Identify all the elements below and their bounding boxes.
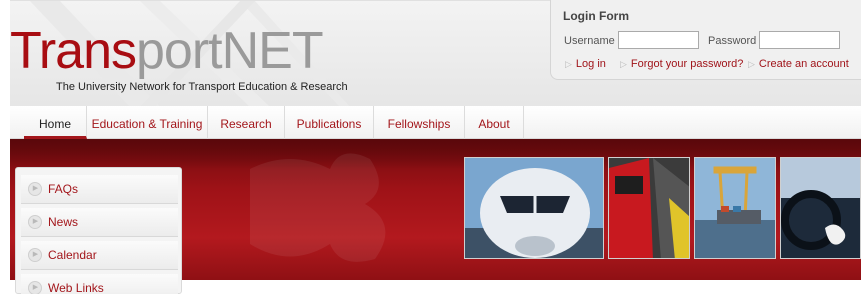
- login-link[interactable]: ▷ Log in: [565, 58, 606, 70]
- nav-item-education-training[interactable]: Education & Training: [87, 106, 208, 139]
- nav-item-about[interactable]: About: [465, 106, 524, 139]
- password-input[interactable]: [759, 31, 840, 49]
- nav-item-publications[interactable]: Publications: [285, 106, 374, 139]
- airplane-photo: [464, 157, 604, 259]
- login-form: Login Form Username Password ▷ Log in ▷ Fo…: [550, 0, 861, 80]
- arrow-icon: ▶: [28, 182, 42, 196]
- forgot-password-label: Forgot your password?: [630, 58, 744, 70]
- login-link-label: Log in: [575, 58, 606, 70]
- arrow-icon: ▷: [620, 59, 627, 69]
- sidebar-item-faqs[interactable]: ▶ FAQs: [21, 175, 178, 204]
- sidebar-item-label: News: [48, 215, 79, 229]
- puzzle-decoration: [250, 153, 386, 262]
- logo-text-portnet: portNET: [136, 22, 324, 80]
- sidebar-item-label: Web Links: [48, 281, 104, 294]
- port-cranes-photo: [694, 157, 776, 259]
- sidebar-item-web-links[interactable]: ▶ Web Links: [21, 274, 178, 294]
- create-account-label: Create an account: [758, 58, 849, 70]
- train-photo: [608, 157, 690, 259]
- password-label: Password: [708, 35, 757, 47]
- arrow-icon: ▷: [565, 59, 572, 69]
- site-logo[interactable]: TransportNET: [10, 21, 324, 81]
- username-label: Username: [564, 35, 615, 47]
- sidebar-item-news[interactable]: ▶ News: [21, 208, 178, 237]
- sidebar-item-label: FAQs: [48, 182, 79, 196]
- nav-item-home[interactable]: Home: [24, 106, 87, 139]
- login-form-title: Login Form: [563, 9, 629, 23]
- sidebar-menu: ▶ FAQs ▶ News ▶ Calendar ▶ Web Links: [15, 167, 182, 294]
- sidebar-item-label: Calendar: [48, 248, 97, 262]
- arrow-icon: ▶: [28, 248, 42, 262]
- logo-text-trans: Trans: [10, 22, 137, 80]
- car-dashboard-photo: [780, 157, 861, 259]
- sidebar-item-calendar[interactable]: ▶ Calendar: [21, 241, 178, 270]
- site-tagline: The University Network for Transport Edu…: [56, 81, 348, 93]
- username-input[interactable]: [618, 31, 699, 49]
- nav-item-research[interactable]: Research: [208, 106, 285, 139]
- nav-item-fellowships[interactable]: Fellowships: [374, 106, 465, 139]
- main-nav: Home Education & Training Research Publi…: [10, 106, 861, 139]
- arrow-icon: ▶: [28, 215, 42, 229]
- arrow-icon: ▶: [28, 281, 42, 294]
- forgot-password-link[interactable]: ▷ Forgot your password?: [620, 58, 743, 70]
- create-account-link[interactable]: ▷ Create an account: [748, 58, 849, 70]
- arrow-icon: ▷: [748, 59, 755, 69]
